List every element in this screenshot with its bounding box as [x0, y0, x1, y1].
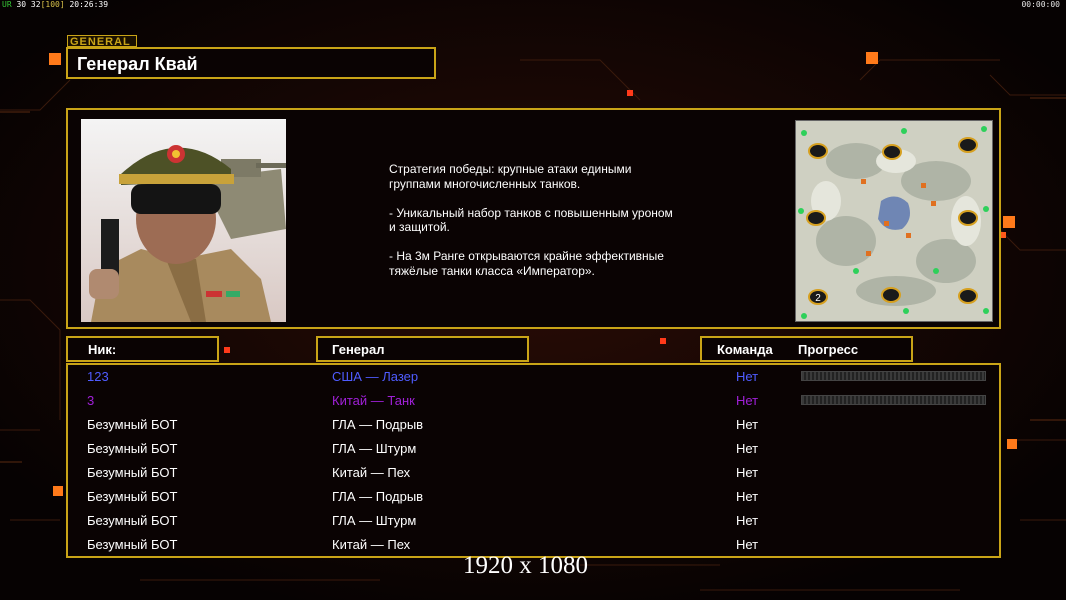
- player-nick: Безумный БОТ: [87, 441, 178, 456]
- player-progress-bar: [801, 371, 986, 381]
- col-header-nick: Ник:: [88, 342, 117, 357]
- player-nick: 123: [87, 369, 109, 384]
- hud-numbers: 30 32: [16, 0, 41, 9]
- table-row[interactable]: Безумный БОТ ГЛА — Штурм Нет: [68, 439, 999, 463]
- col-header-progress: Прогресс: [798, 342, 859, 357]
- player-team[interactable]: Нет: [736, 513, 758, 528]
- col-header-general: Генерал: [332, 342, 385, 357]
- hud-stats: UR 30 32[100] 20:26:39: [2, 0, 108, 9]
- players-table: 123 США — Лазер Нет 3 Китай — Танк Нет Безумны…: [66, 363, 1001, 558]
- player-team[interactable]: Нет: [736, 465, 758, 480]
- hud-clock: 20:26:39: [69, 0, 109, 9]
- hud-label: UR: [2, 0, 12, 9]
- decor-square: [224, 347, 230, 353]
- general-portrait: [81, 119, 286, 322]
- player-team[interactable]: Нет: [736, 537, 758, 552]
- decor-square: [1003, 216, 1015, 228]
- general-title: Генерал Квай: [77, 54, 198, 74]
- player-team[interactable]: Нет: [736, 417, 758, 432]
- header-nick-box: Ник:: [66, 336, 219, 362]
- player-team[interactable]: Нет: [736, 369, 758, 384]
- col-header-team: Команда: [717, 342, 773, 357]
- player-general[interactable]: ГЛА — Подрыв: [332, 417, 423, 432]
- player-progress-bar: [801, 395, 986, 405]
- general-info-panel: Стратегия победы: крупные атаки едиными …: [66, 108, 1001, 329]
- header-general-box: Генерал: [316, 336, 529, 362]
- player-team[interactable]: Нет: [736, 441, 758, 456]
- player-nick: Безумный БОТ: [87, 537, 178, 552]
- player-general[interactable]: ГЛА — Штурм: [332, 441, 416, 456]
- hud-bracket: [100]: [40, 0, 65, 9]
- player-general[interactable]: США — Лазер: [332, 369, 418, 384]
- player-nick: Безумный БОТ: [87, 417, 178, 432]
- player-team[interactable]: Нет: [736, 393, 758, 408]
- minimap: 2: [795, 120, 993, 322]
- table-row[interactable]: Безумный БОТ ГЛА — Штурм Нет: [68, 511, 999, 535]
- map-player-number: 2: [815, 293, 821, 304]
- decor-square: [1007, 439, 1017, 449]
- player-nick: Безумный БОТ: [87, 465, 178, 480]
- player-nick: Безумный БОТ: [87, 513, 178, 528]
- decor-square: [53, 486, 63, 496]
- player-general[interactable]: ГЛА — Подрыв: [332, 489, 423, 504]
- table-row[interactable]: 3 Китай — Танк Нет: [68, 391, 999, 415]
- player-nick: 3: [87, 393, 95, 408]
- decor-square: [627, 90, 633, 96]
- decor-square: [49, 53, 61, 65]
- decor-square: [660, 338, 666, 344]
- player-general[interactable]: Китай — Пех: [332, 537, 410, 552]
- header-team-progress-box: Команда Прогресс: [700, 336, 913, 362]
- decor-square: [866, 52, 878, 64]
- player-nick: Безумный БОТ: [87, 489, 178, 504]
- general-tag: GENERAL: [67, 35, 137, 48]
- player-team[interactable]: Нет: [736, 489, 758, 504]
- player-general[interactable]: Китай — Пех: [332, 465, 410, 480]
- player-general[interactable]: ГЛА — Штурм: [332, 513, 416, 528]
- hud-timer: 00:00:00: [1021, 0, 1060, 9]
- table-row[interactable]: 123 США — Лазер Нет: [68, 367, 999, 391]
- table-row[interactable]: Безумный БОТ ГЛА — Подрыв Нет: [68, 415, 999, 439]
- general-title-box: Генерал Квай: [66, 47, 436, 79]
- resolution-label: 1920 x 1080: [463, 552, 588, 579]
- table-row[interactable]: Безумный БОТ Китай — Пех Нет: [68, 463, 999, 487]
- table-row[interactable]: Безумный БОТ ГЛА — Подрыв Нет: [68, 487, 999, 511]
- player-general[interactable]: Китай — Танк: [332, 393, 415, 408]
- general-description: Стратегия победы: крупные атаки едиными …: [389, 162, 673, 278]
